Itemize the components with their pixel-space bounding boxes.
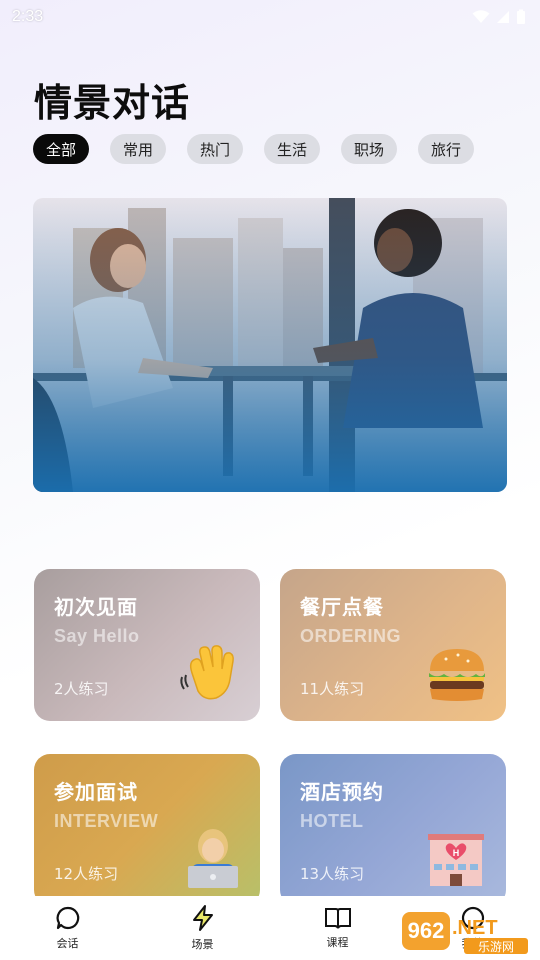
watermark-logo: 962 .NET 乐游网 [402, 912, 528, 954]
chip-common[interactable]: 常用 [110, 134, 166, 164]
waving-hand-icon [180, 645, 234, 700]
card-practice-count: 2人练习 [54, 680, 109, 698]
status-bar: 2:33 [0, 0, 540, 34]
scenario-card-hotel[interactable]: 酒店预约 HOTEL 13人练习 H [280, 754, 506, 906]
nav-label: 会话 [56, 937, 79, 950]
status-time: 2:33 [12, 8, 44, 25]
chip-hot[interactable]: 热门 [187, 134, 243, 164]
nav-item-chat[interactable]: 会话 [0, 896, 135, 960]
banner-photo [33, 198, 507, 492]
card-practice-count: 13人练习 [300, 865, 365, 883]
lightning-icon [192, 905, 213, 931]
signal-icon [497, 11, 509, 23]
card-practice-count: 11人练习 [300, 680, 365, 698]
svg-text:H: H [453, 848, 460, 858]
svg-text:乐游网: 乐游网 [478, 940, 514, 954]
scenario-card-interview[interactable]: 参加面试 INTERVIEW 12人练习 [34, 754, 260, 906]
card-title: 参加面试 [54, 780, 138, 804]
chip-all[interactable]: 全部 [33, 134, 89, 164]
card-title: 酒店预约 [300, 780, 384, 804]
nav-item-courses[interactable]: 课程 [270, 896, 405, 960]
nav-label: 课程 [326, 936, 349, 949]
svg-text:962: 962 [408, 918, 445, 943]
nav-item-scenes[interactable]: 场景 [135, 896, 270, 960]
chip-work[interactable]: 职场 [341, 134, 397, 164]
burger-icon [429, 649, 485, 701]
chip-travel[interactable]: 旅行 [418, 134, 474, 164]
filter-chips: 全部 常用 热门 生活 职场 旅行 [33, 134, 474, 164]
card-subtitle: ORDERING [300, 626, 402, 646]
battery-icon [517, 9, 525, 24]
card-title: 初次见面 [54, 595, 138, 619]
nav-label: 场景 [191, 938, 214, 951]
person-laptop-icon [188, 829, 238, 888]
chip-life[interactable]: 生活 [264, 134, 320, 164]
wifi-icon [472, 10, 490, 23]
book-icon [324, 908, 351, 929]
scenario-card-ordering[interactable]: 餐厅点餐 ORDERING 11人练习 [280, 569, 506, 721]
chat-bubble-icon [56, 906, 79, 930]
page-title: 情景对话 [34, 81, 191, 125]
scenario-card-say-hello[interactable]: 初次见面 Say Hello 2人练习 [34, 569, 260, 721]
svg-text:.NET: .NET [452, 917, 498, 939]
card-practice-count: 12人练习 [54, 865, 119, 883]
hotel-icon: H [428, 834, 484, 886]
card-title: 餐厅点餐 [300, 595, 384, 619]
hero-banner[interactable] [33, 198, 507, 492]
status-icons [472, 9, 526, 25]
